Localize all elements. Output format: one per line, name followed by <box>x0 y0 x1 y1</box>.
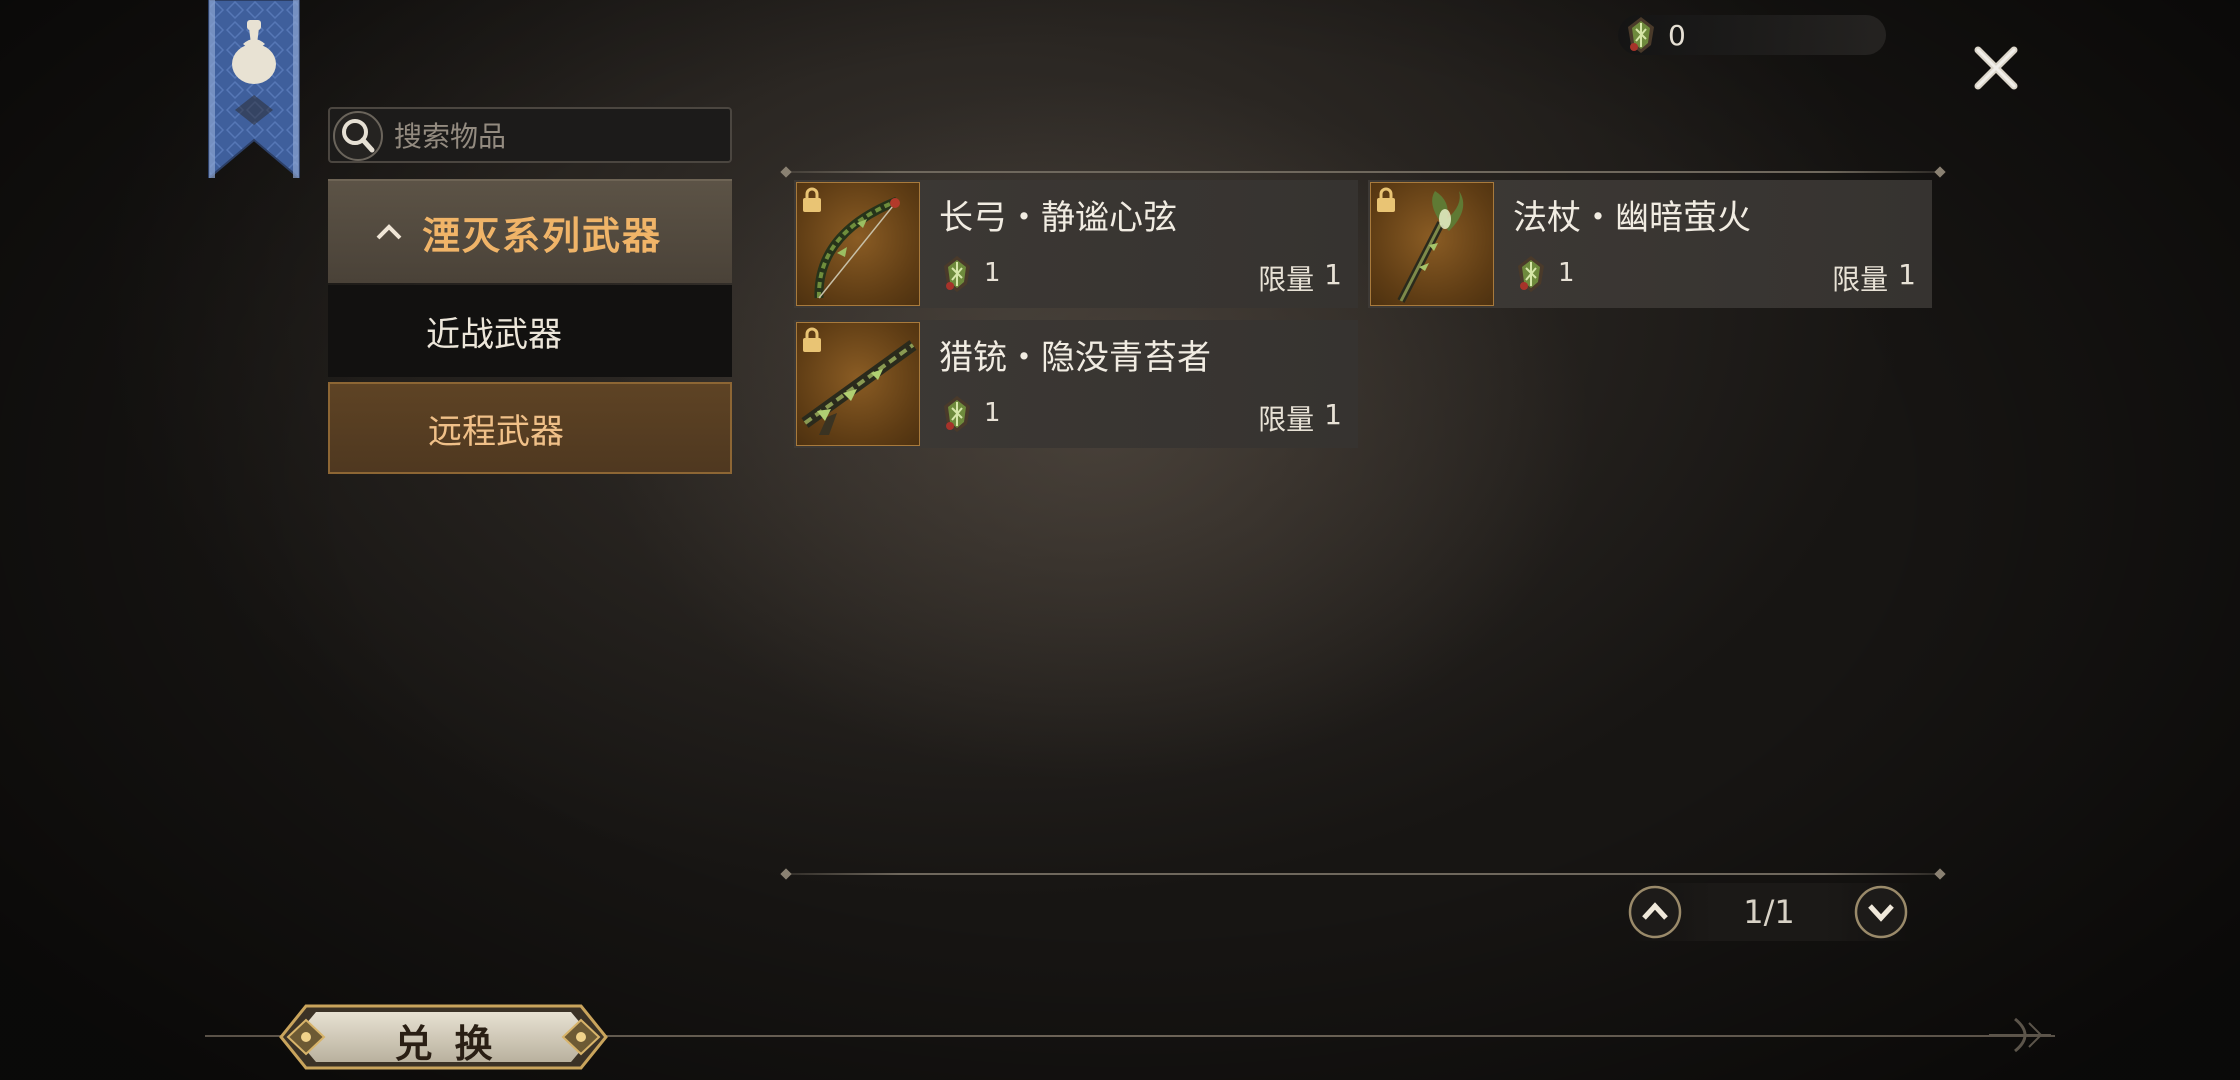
currency-display: 0 <box>1618 15 1886 55</box>
exchange-button[interactable]: 兑换 <box>276 1000 611 1074</box>
item-limit-label: 限量 <box>1832 263 1889 296</box>
item-limit: 限量 1 <box>1258 398 1342 438</box>
lock-icon <box>803 327 821 352</box>
moss-gem-icon <box>1518 256 1544 292</box>
item-name: 长弓・静谧心弦 <box>939 198 1177 238</box>
item-limit: 限量 1 <box>1258 258 1342 298</box>
item-limit-label: 限量 <box>1258 403 1315 436</box>
item-limit-label: 限量 <box>1258 263 1315 296</box>
search-icon[interactable] <box>332 110 384 162</box>
search-input[interactable] <box>392 117 716 155</box>
exchange-button-label: 兑换 <box>394 1021 515 1066</box>
item-card-hunting-gun[interactable]: 猎铳・隐没青苔者 1 限量 1 <box>794 320 1358 448</box>
item-thumbnail <box>1370 182 1494 306</box>
category-item-melee[interactable]: 近战武器 <box>328 285 732 377</box>
item-name: 法杖・幽暗萤火 <box>1513 198 1751 238</box>
list-top-divider <box>786 171 1940 173</box>
crossbow-ornament-icon <box>1989 1017 2051 1053</box>
category-item-ranged[interactable]: 远程武器 <box>328 382 732 474</box>
shop-banner-icon <box>208 0 300 178</box>
item-cost: 1 <box>984 258 1001 288</box>
item-limit-value: 1 <box>1324 398 1342 431</box>
item-cost: 1 <box>984 398 1001 428</box>
currency-value: 0 <box>1668 18 1686 52</box>
item-limit: 限量 1 <box>1832 258 1916 298</box>
item-thumbnail <box>796 322 920 446</box>
item-card-longbow[interactable]: 长弓・静谧心弦 1 限量 1 <box>794 180 1358 308</box>
moss-gem-icon <box>944 396 970 432</box>
item-cost: 1 <box>1558 258 1575 288</box>
item-thumbnail <box>796 182 920 306</box>
item-limit-value: 1 <box>1898 258 1916 291</box>
lock-icon <box>803 187 821 212</box>
category-item-label: 远程武器 <box>428 411 564 452</box>
close-icon[interactable] <box>1970 42 2022 94</box>
search-box[interactable] <box>328 107 732 163</box>
chevron-up-icon <box>376 224 402 240</box>
page-down-button[interactable] <box>1854 885 1908 939</box>
lock-icon <box>1377 187 1395 212</box>
moss-gem-icon <box>1628 17 1654 53</box>
item-name: 猎铳・隐没青苔者 <box>939 338 1211 378</box>
moss-gem-icon <box>944 256 970 292</box>
item-card-staff[interactable]: 法杖・幽暗萤火 1 限量 1 <box>1368 180 1932 308</box>
pager: 1/1 <box>1628 883 1910 941</box>
list-bottom-divider <box>786 873 1940 875</box>
category-item-label: 近战武器 <box>426 314 562 355</box>
item-limit-value: 1 <box>1324 258 1342 291</box>
category-header-label: 湮灭系列武器 <box>422 213 663 258</box>
category-header[interactable]: 湮灭系列武器 <box>328 179 732 283</box>
